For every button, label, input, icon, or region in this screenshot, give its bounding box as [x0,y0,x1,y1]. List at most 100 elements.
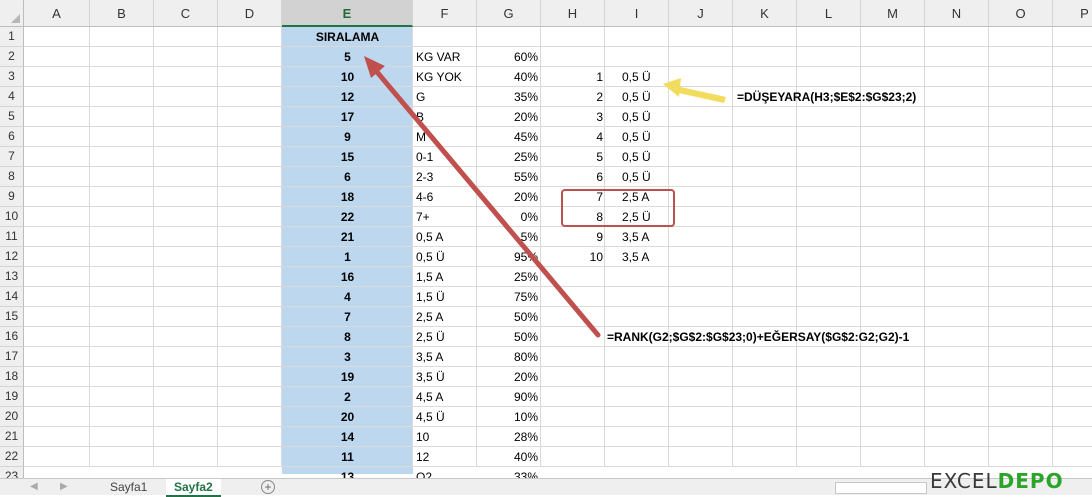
column-g-cell[interactable]: 50% [478,327,540,347]
row-header-4[interactable]: 4 [0,87,24,107]
column-g-cell[interactable]: 20% [478,107,540,127]
column-e-cell[interactable]: 6 [282,167,413,187]
column-f-cell[interactable]: 3,5 A [416,347,476,367]
tab-sayfa1[interactable]: Sayfa1 [102,479,155,495]
column-e-cell[interactable]: 7 [282,307,413,327]
row-header-21[interactable]: 21 [0,427,24,447]
column-g-cell[interactable]: 80% [478,347,540,367]
column-header-n[interactable]: N [925,0,989,27]
prev-sheet-icon[interactable]: ◀ [30,479,38,495]
column-header-c[interactable]: C [154,0,218,27]
column-header-i[interactable]: I [605,0,669,27]
column-i-cell[interactable]: 0,5 Ü [608,67,668,87]
column-header-g[interactable]: G [477,0,541,27]
column-e-cell[interactable]: 21 [282,227,413,247]
column-f-cell[interactable]: 3,5 Ü [416,367,476,387]
column-e-cell[interactable]: 10 [282,67,413,87]
column-header-b[interactable]: B [90,0,154,27]
column-e-cell[interactable]: 20 [282,407,413,427]
column-e-cell[interactable]: 2 [282,387,413,407]
column-i-cell[interactable]: 3,5 A [608,247,668,267]
column-i-cell[interactable]: 0,5 Ü [608,167,668,187]
column-f-cell[interactable]: KG VAR [416,47,476,67]
column-header-e[interactable]: E [282,0,413,27]
row-header-13[interactable]: 13 [0,267,24,287]
column-e-cell[interactable]: 15 [282,147,413,167]
column-f-cell[interactable]: 0-1 [416,147,476,167]
column-h-cell[interactable]: 10 [543,247,605,267]
column-f-cell[interactable]: 2,5 Ü [416,327,476,347]
column-f-cell[interactable]: 4,5 A [416,387,476,407]
column-e-cell[interactable]: 9 [282,127,413,147]
column-e-cell[interactable]: 11 [282,447,413,467]
column-g-cell[interactable]: 50% [478,307,540,327]
tab-sayfa2[interactable]: Sayfa2 [166,479,221,497]
column-e-cell[interactable]: 17 [282,107,413,127]
column-g-cell[interactable]: 25% [478,267,540,287]
column-f-cell[interactable]: 1,5 Ü [416,287,476,307]
column-e-cell[interactable]: 3 [282,347,413,367]
column-i-cell[interactable]: 0,5 Ü [608,127,668,147]
column-h-cell[interactable]: 6 [543,167,605,187]
row-header-7[interactable]: 7 [0,147,24,167]
column-h-cell[interactable]: 5 [543,147,605,167]
column-g-cell[interactable]: 60% [478,47,540,67]
column-f-cell[interactable]: B [416,107,476,127]
column-i-cell[interactable]: 3,5 A [608,227,668,247]
column-f-cell[interactable]: 10 [416,427,476,447]
row-header-14[interactable]: 14 [0,287,24,307]
column-f-cell[interactable]: 1,5 A [416,267,476,287]
next-sheet-icon[interactable]: ▶ [60,479,68,495]
column-g-cell[interactable]: 20% [478,367,540,387]
column-f-cell[interactable]: G [416,87,476,107]
column-g-cell[interactable]: 40% [478,447,540,467]
column-e-cell[interactable]: 22 [282,207,413,227]
column-g-cell[interactable]: 5% [478,227,540,247]
column-header-m[interactable]: M [861,0,925,27]
column-e-cell[interactable]: 14 [282,427,413,447]
row-header-5[interactable]: 5 [0,107,24,127]
row-header-22[interactable]: 22 [0,447,24,467]
column-f-cell[interactable]: 0,5 A [416,227,476,247]
column-e-cell[interactable]: 4 [282,287,413,307]
column-f-cell[interactable]: 2,5 A [416,307,476,327]
column-g-cell[interactable]: 0% [478,207,540,227]
column-f-cell[interactable]: 2-3 [416,167,476,187]
column-e-cell[interactable]: 5 [282,47,413,67]
horizontal-scrollbar[interactable] [835,482,927,494]
row-header-9[interactable]: 9 [0,187,24,207]
column-f-cell[interactable]: 12 [416,447,476,467]
row-header-1[interactable]: 1 [0,27,24,47]
column-f-cell[interactable]: M [416,127,476,147]
row-header-12[interactable]: 12 [0,247,24,267]
column-g-cell[interactable]: 25% [478,147,540,167]
column-header-o[interactable]: O [989,0,1053,27]
row-header-3[interactable]: 3 [0,67,24,87]
row-header-6[interactable]: 6 [0,127,24,147]
column-f-cell[interactable]: KG YOK [416,67,476,87]
column-i-cell[interactable]: 0,5 Ü [608,107,668,127]
row-header-16[interactable]: 16 [0,327,24,347]
column-h-cell[interactable]: 2 [543,87,605,107]
column-header-f[interactable]: F [413,0,477,27]
column-e-cell[interactable]: 8 [282,327,413,347]
column-header-j[interactable]: J [669,0,733,27]
column-e-cell[interactable]: 16 [282,267,413,287]
column-g-cell[interactable]: 90% [478,387,540,407]
column-e-cell[interactable]: 12 [282,87,413,107]
row-header-19[interactable]: 19 [0,387,24,407]
row-header-20[interactable]: 20 [0,407,24,427]
column-e-cell[interactable]: 1 [282,247,413,267]
column-g-cell[interactable]: 75% [478,287,540,307]
add-sheet-button[interactable]: + [261,480,275,494]
column-g-cell[interactable]: 55% [478,167,540,187]
column-header-d[interactable]: D [218,0,282,27]
row-header-17[interactable]: 17 [0,347,24,367]
row-header-18[interactable]: 18 [0,367,24,387]
column-f-cell[interactable]: 7+ [416,207,476,227]
column-g-cell[interactable]: 10% [478,407,540,427]
column-g-cell[interactable]: 45% [478,127,540,147]
column-g-cell[interactable]: 20% [478,187,540,207]
column-e-cell[interactable]: 19 [282,367,413,387]
column-h-cell[interactable]: 4 [543,127,605,147]
